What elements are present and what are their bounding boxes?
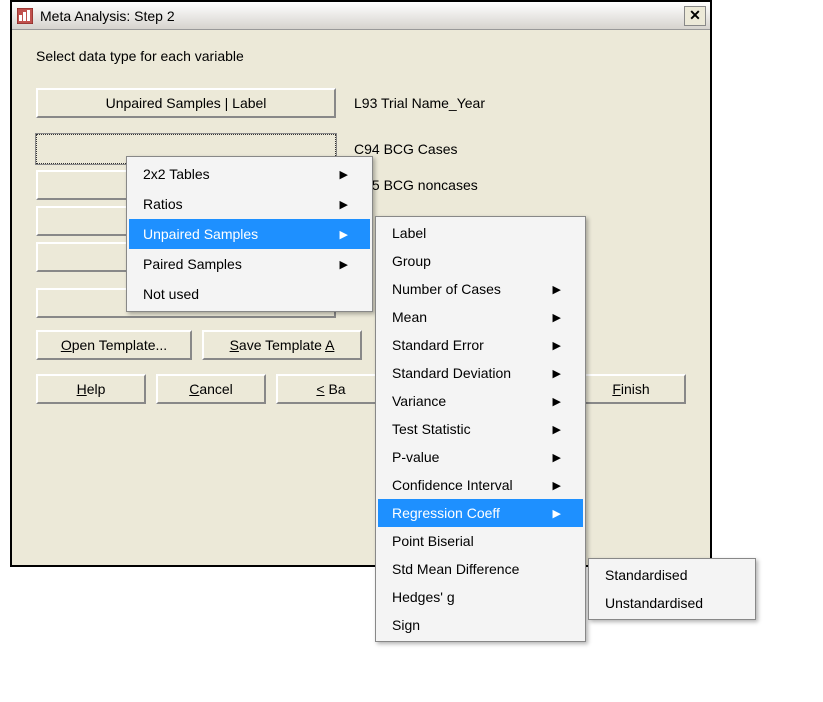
menu-label: Test Statistic <box>392 421 471 437</box>
submenu-arrow-icon: ▶ <box>553 479 561 492</box>
button-label: < Ba <box>316 381 345 397</box>
menu-label: Not used <box>143 286 199 302</box>
finish-button[interactable]: Finish <box>576 374 686 404</box>
submenu-arrow-icon: ▶ <box>553 283 561 296</box>
menu-label: Group <box>392 253 431 269</box>
menu-item-2x2[interactable]: 2x2 Tables ▶ <box>129 159 370 189</box>
menu-label: Standardised <box>605 567 688 583</box>
button-label: Help <box>77 381 106 397</box>
menu-label: Label <box>392 225 426 241</box>
close-icon: ✕ <box>689 7 701 24</box>
submenu-arrow-icon: ▶ <box>340 198 348 211</box>
submenu-arrow-icon: ▶ <box>340 168 348 181</box>
context-menu-2: Label Group Number of Cases ▶ Mean ▶ Sta… <box>375 216 586 642</box>
menu-item-pointbiserial[interactable]: Point Biserial <box>378 527 583 555</box>
titlebar: Meta Analysis: Step 2 ✕ <box>12 2 710 30</box>
titlebar-text: Meta Analysis: Step 2 <box>40 8 684 24</box>
save-template-button[interactable]: Save Template A <box>202 330 362 360</box>
button-label: Unpaired Samples | Label <box>106 95 267 111</box>
menu-label: Variance <box>392 393 446 409</box>
submenu-arrow-icon: ▶ <box>340 228 348 241</box>
button-label: Open Template... <box>61 337 167 353</box>
menu-label: Standard Deviation <box>392 365 511 381</box>
submenu-arrow-icon: ▶ <box>553 395 561 408</box>
submenu-arrow-icon: ▶ <box>553 451 561 464</box>
menu-item-standardised[interactable]: Standardised <box>591 561 753 589</box>
menu-label: Unpaired Samples <box>143 226 258 242</box>
menu-item-variance[interactable]: Variance ▶ <box>378 387 583 415</box>
menu-label: Confidence Interval <box>392 477 513 493</box>
menu-item-teststat[interactable]: Test Statistic ▶ <box>378 415 583 443</box>
menu-item-stderr[interactable]: Standard Error ▶ <box>378 331 583 359</box>
menu-item-label[interactable]: Label <box>378 219 583 247</box>
menu-item-paired[interactable]: Paired Samples ▶ <box>129 249 370 279</box>
menu-label: Regression Coeff <box>392 505 500 521</box>
menu-item-unstandardised[interactable]: Unstandardised <box>591 589 753 617</box>
menu-item-stdmeandiff[interactable]: Std Mean Difference <box>378 555 583 583</box>
help-button[interactable]: Help <box>36 374 146 404</box>
menu-label: P-value <box>392 449 439 465</box>
variable-row: Unpaired Samples | Label L93 Trial Name_… <box>36 88 686 118</box>
button-label: Finish <box>612 381 649 397</box>
menu-item-stddev[interactable]: Standard Deviation ▶ <box>378 359 583 387</box>
wizard-buttons: Help Cancel < Ba Finish <box>36 374 686 404</box>
submenu-arrow-icon: ▶ <box>553 507 561 520</box>
context-menu-1: 2x2 Tables ▶ Ratios ▶ Unpaired Samples ▶… <box>126 156 373 312</box>
menu-item-ci[interactable]: Confidence Interval ▶ <box>378 471 583 499</box>
instruction-text: Select data type for each variable <box>36 48 686 64</box>
select-type-button-1[interactable]: Unpaired Samples | Label <box>36 88 336 118</box>
menu-item-regcoeff[interactable]: Regression Coeff ▶ <box>378 499 583 527</box>
menu-item-notused[interactable]: Not used <box>129 279 370 309</box>
menu-label: 2x2 Tables <box>143 166 210 182</box>
menu-label: Paired Samples <box>143 256 242 272</box>
menu-item-hedges[interactable]: Hedges' g <box>378 583 583 611</box>
menu-item-group[interactable]: Group <box>378 247 583 275</box>
menu-item-sign[interactable]: Sign <box>378 611 583 639</box>
submenu-arrow-icon: ▶ <box>553 311 561 324</box>
open-template-button[interactable]: Open Template... <box>36 330 192 360</box>
menu-item-pvalue[interactable]: P-value ▶ <box>378 443 583 471</box>
menu-item-ncases[interactable]: Number of Cases ▶ <box>378 275 583 303</box>
menu-label: Mean <box>392 309 427 325</box>
menu-label: Unstandardised <box>605 595 703 611</box>
template-buttons: Open Template... Save Template A <box>36 330 686 360</box>
app-icon <box>16 7 34 25</box>
menu-label: Hedges' g <box>392 589 455 605</box>
variable-label: L93 Trial Name_Year <box>354 95 485 111</box>
submenu-arrow-icon: ▶ <box>553 423 561 436</box>
menu-label: Number of Cases <box>392 281 501 297</box>
menu-item-ratios[interactable]: Ratios ▶ <box>129 189 370 219</box>
context-menu-3: Standardised Unstandardised <box>588 558 756 620</box>
menu-label: Std Mean Difference <box>392 561 519 577</box>
cancel-button[interactable]: Cancel <box>156 374 266 404</box>
button-label: Save Template A <box>230 337 335 353</box>
menu-label: Ratios <box>143 196 183 212</box>
menu-item-unpaired[interactable]: Unpaired Samples ▶ <box>129 219 370 249</box>
menu-label: Standard Error <box>392 337 484 353</box>
submenu-arrow-icon: ▶ <box>553 367 561 380</box>
button-label: Cancel <box>189 381 233 397</box>
submenu-arrow-icon: ▶ <box>553 339 561 352</box>
submenu-arrow-icon: ▶ <box>340 258 348 271</box>
menu-label: Point Biserial <box>392 533 474 549</box>
menu-label: Sign <box>392 617 420 633</box>
menu-item-mean[interactable]: Mean ▶ <box>378 303 583 331</box>
close-button[interactable]: ✕ <box>684 6 706 26</box>
back-button[interactable]: < Ba <box>276 374 386 404</box>
variable-label: C94 BCG Cases <box>354 141 457 157</box>
